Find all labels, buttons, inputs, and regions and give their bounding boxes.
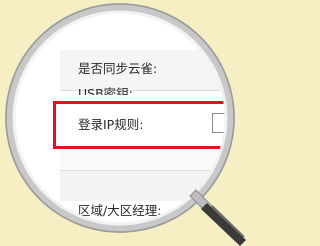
magnifier-handle-icon	[189, 189, 246, 246]
magnifier-frame	[5, 3, 246, 246]
